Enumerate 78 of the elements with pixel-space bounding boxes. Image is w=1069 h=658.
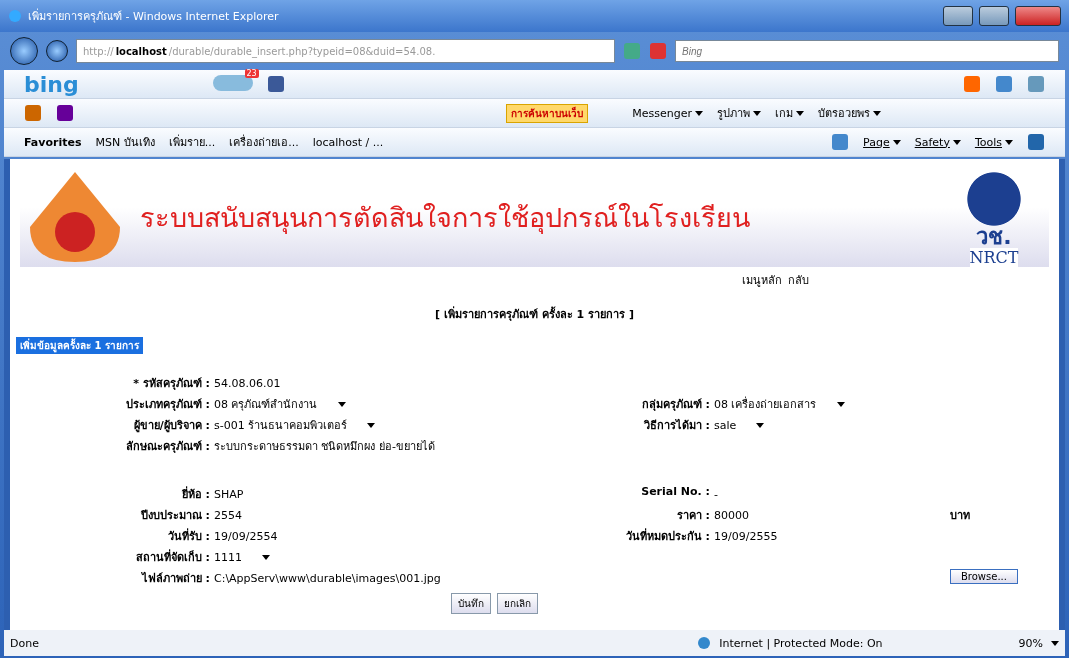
address-field[interactable]: http:// localhost /durable/durable_insert.php?typeid=08&duid=54.08. <box>76 39 615 63</box>
toolbar-menu[interactable]: Messenger <box>632 106 703 120</box>
maximize-button[interactable] <box>979 6 1009 26</box>
caret-icon <box>337 401 346 407</box>
field-label: ลักษณะครุภัณฑ์ : <box>124 439 210 455</box>
caret-icon <box>952 139 961 145</box>
field-label: ไฟล์ภาพถ่าย : <box>140 571 210 587</box>
field-label: * รหัสครุภัณฑ์ : <box>132 376 210 392</box>
command-menu[interactable]: Tools <box>974 135 1002 149</box>
close-button[interactable] <box>1015 6 1061 26</box>
dropdown[interactable]: s-001 ร้านธนาคอมพิวเตอร์ <box>210 416 470 434</box>
field-label: ปีงบประมาณ : <box>139 508 210 524</box>
favorite-tab[interactable]: MSN บันเทิง <box>95 133 155 151</box>
command-menu[interactable]: Safety <box>914 135 950 149</box>
favorite-tab[interactable]: เครื่องถ่ายเอ... <box>229 133 299 151</box>
command-menu[interactable]: Page <box>863 135 890 149</box>
caret-icon <box>1051 640 1059 646</box>
banner-title: ระบบสนับสนุนการตัดสินใจการใช้อุปกรณ์ในโรงเรียน <box>140 200 751 236</box>
notification-badge: 23 <box>244 68 259 78</box>
nav-link[interactable]: เมนูหลัก <box>742 271 782 289</box>
field-value: SHAP <box>213 486 245 503</box>
field-value: ระบบกระดาษธรรมดา ชนิดหมึกผง ย่อ-ขยายได้ <box>213 439 436 455</box>
bing-logo: bing <box>24 71 79 97</box>
section-tag: เพิ่มข้อมูลครั้งละ 1 รายการ <box>16 337 143 354</box>
caret-icon <box>753 110 761 116</box>
toolbar-menu[interactable]: รูปภาพ <box>717 104 761 122</box>
cloud-icon[interactable] <box>212 74 253 91</box>
page-heading: [ เพิ่มรายการครุภัณฑ์ ครั้งละ 1 รายการ ] <box>434 305 635 323</box>
field-label: วันที่รับ : <box>166 527 210 545</box>
caret-icon <box>695 110 703 116</box>
caret-icon <box>873 110 881 116</box>
caret-icon <box>367 422 376 428</box>
field-label: สถานที่จัดเก็บ : <box>134 548 210 566</box>
caret-icon <box>892 139 901 145</box>
field-value: 54.08.06.01 <box>213 375 282 392</box>
field-value: - <box>713 486 719 503</box>
dropdown[interactable]: sale <box>710 416 950 434</box>
form-button[interactable]: ยกเลิก <box>497 593 538 614</box>
field-label: ประเภทครุภัณฑ์ : <box>124 397 210 413</box>
field-value: 19/09/2555 <box>713 528 779 545</box>
favorite-tab[interactable]: เพิ่มราย... <box>168 133 216 151</box>
unit-label: บาท <box>950 508 971 524</box>
web-search-button[interactable]: การค้นหาบนเว็บ <box>506 103 589 123</box>
caret-icon <box>836 401 845 407</box>
caret-icon <box>262 554 270 560</box>
dropdown[interactable]: 08 เครื่องถ่ายเอกสาร <box>710 395 950 413</box>
field-value: 80000 <box>713 507 750 524</box>
security-zone: Internet | Protected Mode: On <box>719 636 883 650</box>
globe-icon <box>697 636 712 650</box>
nav-link[interactable]: กลับ <box>788 271 809 289</box>
field-value: 2554 <box>213 507 243 524</box>
caret-icon <box>756 422 765 428</box>
zoom-level[interactable]: 90% <box>1018 636 1043 650</box>
window-title: เพิ่มรายการครุภัณฑ์ - Windows Internet Explorer <box>28 7 280 25</box>
field-value: 19/09/2554 <box>213 528 279 545</box>
minimize-button[interactable] <box>943 6 973 26</box>
field-label: ยี่ห้อ : <box>180 485 210 503</box>
caret-icon <box>1005 139 1013 145</box>
search-field[interactable]: Bing <box>675 40 1059 62</box>
favorites-button[interactable]: Favorites <box>24 135 82 149</box>
file-path: C:\AppServ\www\durable\images\001.jpg <box>213 570 442 587</box>
browse-button[interactable]: Browse... <box>950 569 1018 584</box>
toolbar-menu[interactable]: เกม <box>775 104 804 122</box>
field-label: วิธีการได้มา : <box>642 418 710 434</box>
dropdown[interactable]: 08 ครุภัณฑ์สำนักงาน <box>210 395 470 413</box>
field-label: ผู้ขาย/ผู้บริจาค : <box>132 418 210 434</box>
caret-icon <box>796 110 804 116</box>
dropdown[interactable]: 1111 <box>210 548 470 566</box>
status-text: Done <box>10 636 39 650</box>
forward-button[interactable] <box>46 40 68 62</box>
field-label: กลุ่มครุภัณฑ์ : <box>640 397 710 413</box>
form-button[interactable]: บันทึก <box>451 593 491 614</box>
toolbar-menu[interactable]: บัตรอวยพร <box>818 104 881 122</box>
favorite-tab[interactable]: localhost / ... <box>312 135 384 149</box>
field-label: ราคา : <box>675 508 710 524</box>
field-label: Serial No. : <box>640 485 710 500</box>
field-label: วันที่หมดประกัน : <box>624 527 710 545</box>
back-button[interactable] <box>10 37 38 65</box>
